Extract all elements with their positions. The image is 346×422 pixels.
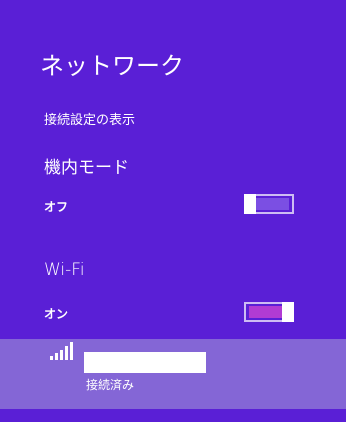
view-connection-settings-link[interactable]: 接続設定の表示 bbox=[44, 109, 135, 128]
network-name-redacted bbox=[84, 352, 206, 373]
airplane-mode-toggle[interactable] bbox=[244, 194, 294, 214]
airplane-mode-state-label: オフ bbox=[44, 200, 69, 214]
network-list-item[interactable]: 接続済み bbox=[0, 339, 346, 409]
toggle-knob[interactable] bbox=[244, 194, 256, 214]
panel-title: ネットワーク bbox=[40, 52, 184, 80]
toggle-knob[interactable] bbox=[282, 302, 294, 322]
wifi-state-label: オン bbox=[44, 307, 69, 321]
airplane-mode-heading: 機内モード bbox=[44, 158, 129, 178]
wifi-toggle[interactable] bbox=[244, 302, 294, 322]
network-status: 接続済み bbox=[86, 378, 135, 392]
network-flyout: ネットワーク 接続設定の表示 機内モード オフ Wi-Fi オン 接続済み bbox=[0, 0, 346, 422]
wifi-heading: Wi-Fi bbox=[44, 260, 85, 280]
